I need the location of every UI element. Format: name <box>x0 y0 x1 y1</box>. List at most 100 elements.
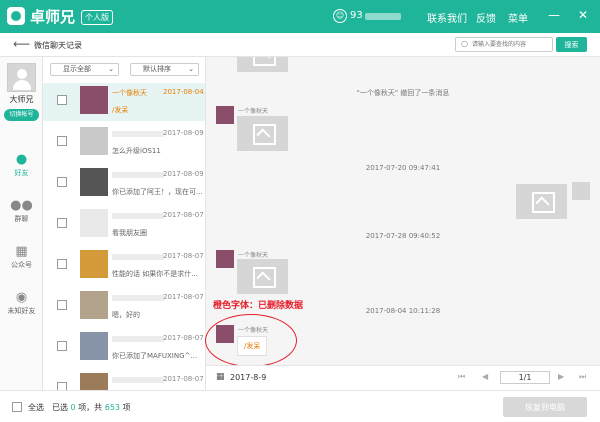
sender-name: 一个像秋天 <box>238 108 269 115</box>
unknown-user-icon: ◉ <box>15 290 28 305</box>
select-all-label[interactable]: 全选 <box>28 402 44 413</box>
minimize-button[interactable]: — <box>548 8 560 22</box>
selected-count: 0 <box>70 403 76 412</box>
contact-avatar <box>80 250 108 278</box>
list-item[interactable]: 2017-08-07 性能的话 如果你不是求什... <box>43 247 205 285</box>
filter-sort-label: 默认排序 <box>143 65 171 73</box>
list-item[interactable]: 2017-08-07 <box>43 370 205 390</box>
row-checkbox[interactable] <box>57 300 67 310</box>
row-checkbox[interactable] <box>57 341 67 351</box>
restore-to-pc-button[interactable]: 恢复到电脑 <box>503 397 587 417</box>
select-all-checkbox[interactable] <box>12 402 22 412</box>
app-name: 卓师兄 <box>30 8 76 26</box>
row-date: 2017-08-07 <box>163 334 204 342</box>
list-item[interactable]: 2017-08-07 你已添加了MAFUXING^... <box>43 329 205 367</box>
row-snippet: /发呆 <box>112 106 129 114</box>
row-date: 2017-08-07 <box>163 375 204 383</box>
row-checkbox[interactable] <box>57 136 67 146</box>
list-item[interactable]: 2017-08-09 怎么升级iOS11 <box>43 124 205 162</box>
list-item[interactable]: 2017-08-07 嗯，好的 <box>43 288 205 326</box>
name-blurred <box>112 295 164 301</box>
search-input[interactable] <box>472 39 550 50</box>
nav-username: 大师兄 <box>9 95 34 104</box>
contact-avatar <box>80 373 108 390</box>
feedback-link[interactable]: 反馈 <box>476 10 496 25</box>
timestamp: 2017-07-20 09:47:41 <box>365 164 441 172</box>
row-date: 2017-08-07 <box>163 211 204 219</box>
row-snippet: 看我朋友圈 <box>112 229 147 237</box>
last-page-icon[interactable]: ⏭ <box>579 372 586 382</box>
nav-item-groups[interactable]: ●● 群聊 <box>0 198 43 224</box>
name-blurred <box>112 172 164 178</box>
search-box[interactable]: ○ <box>455 37 553 52</box>
row-checkbox[interactable] <box>57 382 67 390</box>
selection-count: 已选 0 项，共 653 项 <box>52 402 131 413</box>
sel-prefix: 已选 <box>52 403 68 412</box>
calendar-bar: ▦ 2017-8-9 ⏮ ◀ 1/1 ▶ ⏭ <box>206 365 600 390</box>
filter-sort-dropdown[interactable]: 默认排序 ⌄ <box>130 63 199 76</box>
search-button[interactable]: 搜索 <box>556 37 587 52</box>
self-avatar <box>572 182 590 200</box>
user-id-blurred <box>365 13 401 20</box>
timestamp: 2017-07-28 09:40:52 <box>365 232 441 240</box>
row-checkbox[interactable] <box>57 177 67 187</box>
page-title: 微信聊天记录 <box>34 41 82 50</box>
contact-us-link[interactable]: 联系我们 <box>427 10 467 25</box>
contact-avatar <box>80 332 108 360</box>
row-snippet: 你已添加了阿王！，现在可... <box>112 188 203 196</box>
nav-item-official[interactable]: ▦ 公众号 <box>0 244 43 270</box>
contact-avatar <box>80 168 108 196</box>
row-snippet: 嗯，好的 <box>112 311 140 319</box>
annotation-text: 橙色字体：已删除数据 <box>213 301 304 311</box>
row-date: 2017-08-09 <box>163 170 204 178</box>
image-placeholder-icon[interactable] <box>237 259 288 294</box>
image-placeholder-icon[interactable] <box>237 116 288 151</box>
search-icon: ○ <box>461 39 468 48</box>
page-indicator[interactable]: 1/1 <box>500 371 550 384</box>
list-item[interactable]: 2017-08-09 你已添加了阿王！，现在可... <box>43 165 205 203</box>
image-placeholder-icon[interactable] <box>516 184 567 219</box>
nav-item-unknown[interactable]: ◉ 未知好友 <box>0 290 43 316</box>
nav-label: 好友 <box>14 169 29 177</box>
row-date: 2017-08-04 <box>163 88 204 96</box>
contact-avatar <box>216 250 234 268</box>
row-checkbox[interactable] <box>57 218 67 228</box>
first-page-icon[interactable]: ⏮ <box>458 372 465 382</box>
nav-label: 未知好友 <box>7 307 36 315</box>
row-date: 2017-08-07 <box>163 252 204 260</box>
person-icon: ● <box>15 152 28 167</box>
filter-show-dropdown[interactable]: 显示全部 ⌄ <box>50 63 119 76</box>
nav-label: 公众号 <box>11 261 32 269</box>
close-button[interactable]: ✕ <box>578 8 588 22</box>
calendar-date[interactable]: 2017-8-9 <box>230 373 266 382</box>
menu-link[interactable]: 菜单 <box>508 10 528 25</box>
group-icon: ●● <box>10 198 33 213</box>
contact-avatar <box>80 209 108 237</box>
contact-name: 一个像秋天 <box>112 89 147 97</box>
total-count: 653 <box>104 403 121 412</box>
list-item[interactable]: 一个像秋天 2017-08-04 /发呆 <box>43 83 205 121</box>
name-blurred <box>112 254 164 260</box>
sub-header: ⟵ 微信聊天记录 ○ 搜索 <box>0 33 600 57</box>
chevron-down-icon: ⌄ <box>108 65 114 73</box>
row-snippet: 你已添加了MAFUXING^... <box>112 352 198 360</box>
nav-item-friends[interactable]: ● 好友 <box>0 152 43 178</box>
list-item[interactable]: 2017-08-07 看我朋友圈 <box>43 206 205 244</box>
back-arrow-icon[interactable]: ⟵ <box>13 37 30 51</box>
row-date: 2017-08-09 <box>163 129 204 137</box>
system-message: "一个像秋天" 撤回了一条消息 <box>356 89 450 97</box>
user-icon[interactable]: ☺ <box>333 9 347 23</box>
row-checkbox[interactable] <box>57 259 67 269</box>
prev-page-icon[interactable]: ◀ <box>482 372 488 381</box>
name-blurred <box>112 377 164 383</box>
avatar <box>7 63 36 92</box>
switch-account-button[interactable]: 切换帐号 <box>4 109 39 121</box>
row-checkbox[interactable] <box>57 95 67 105</box>
contact-avatar <box>80 291 108 319</box>
contact-avatar <box>80 86 108 114</box>
name-blurred <box>112 213 164 219</box>
calendar-icon[interactable]: ▦ <box>216 372 225 382</box>
image-placeholder-icon[interactable] <box>237 57 288 72</box>
next-page-icon[interactable]: ▶ <box>558 372 564 381</box>
title-bar: 卓师兄 个人版 ☺ 93 联系我们 反馈 菜单 — ✕ <box>0 0 600 33</box>
